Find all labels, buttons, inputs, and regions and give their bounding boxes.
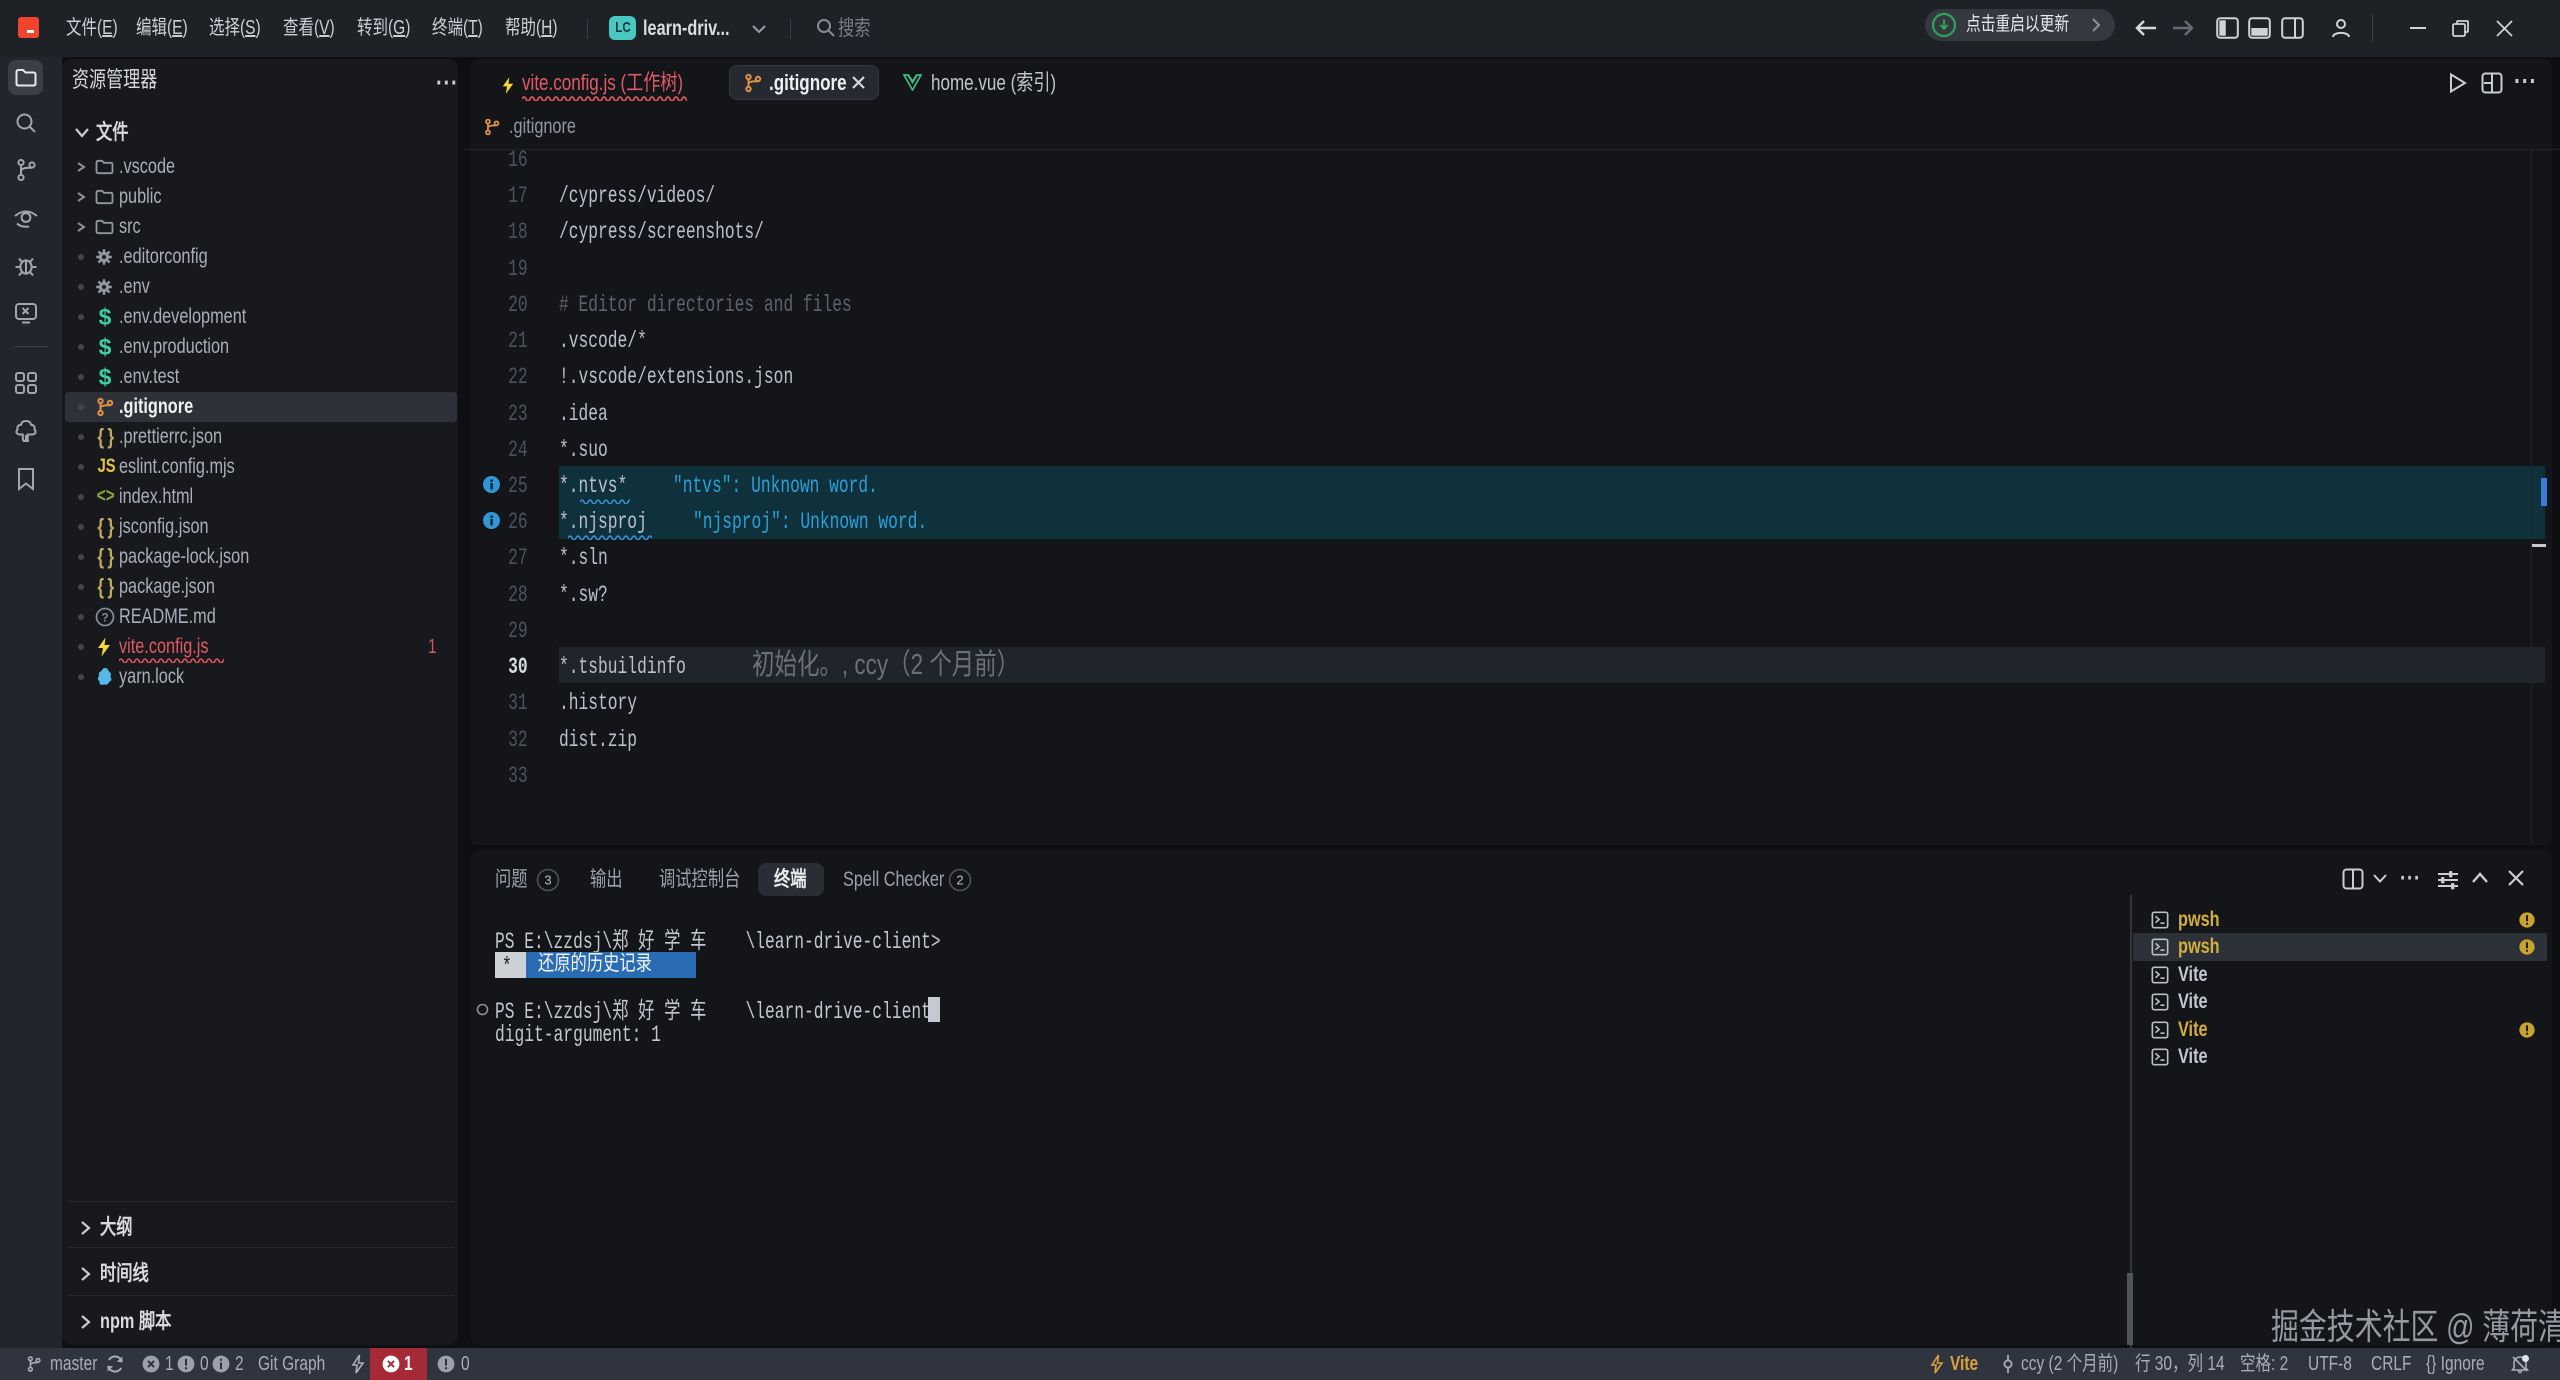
svg-text:3: 3	[544, 873, 551, 888]
svg-text:2: 2	[956, 873, 963, 888]
svg-text:?: ?	[101, 611, 108, 625]
